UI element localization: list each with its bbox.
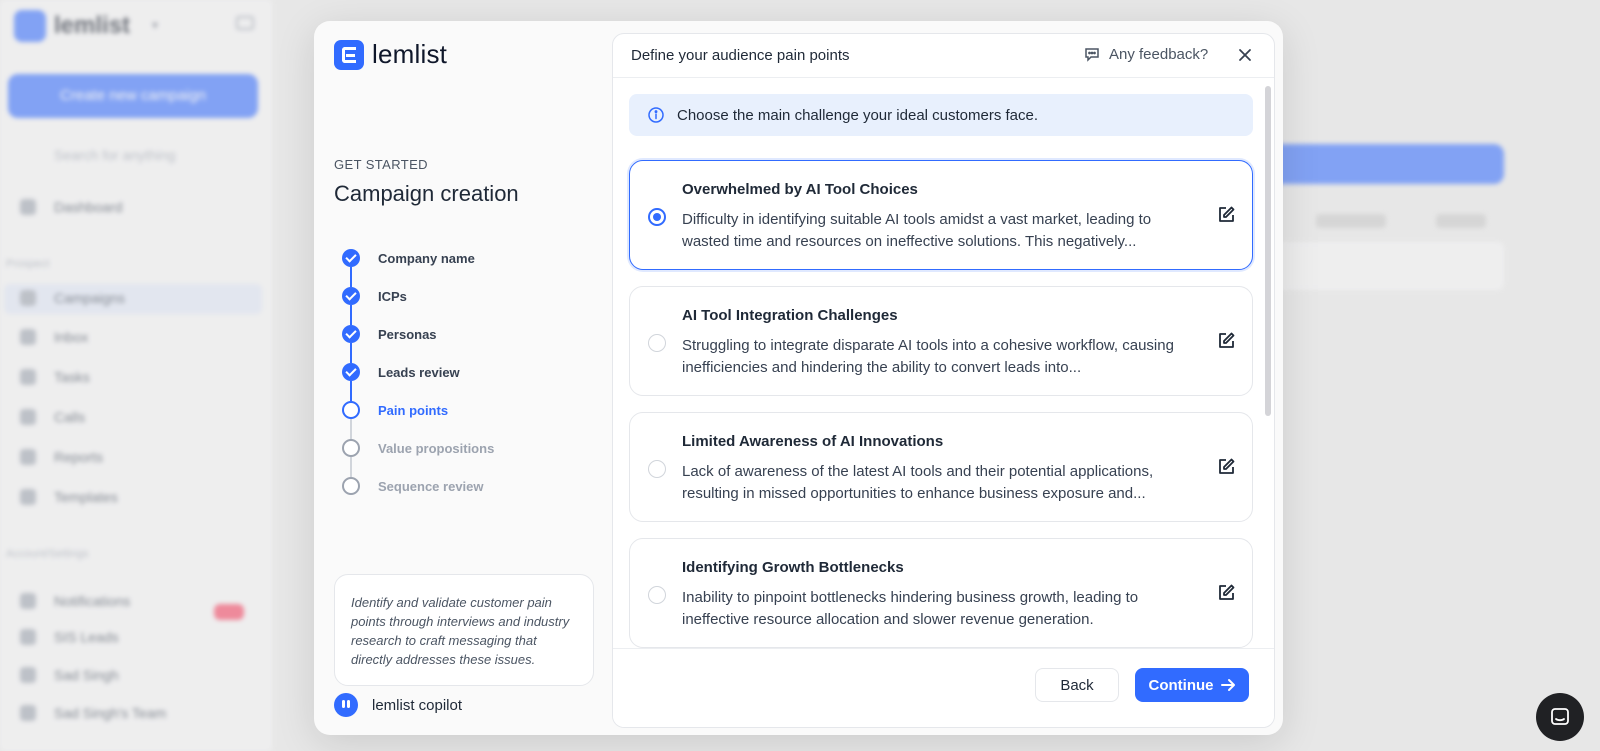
chat-bubble-icon bbox=[1085, 48, 1099, 62]
continue-button[interactable]: Continue bbox=[1135, 668, 1249, 702]
background-sidebar: lemlist ▾ Create new campaign Search for… bbox=[0, 0, 272, 751]
radio-button[interactable] bbox=[648, 334, 666, 352]
background-nav-item: Sad Singh bbox=[20, 664, 260, 686]
pending-step-circle-icon bbox=[342, 439, 360, 457]
campaign-creation-modal: lemlist GET STARTED Campaign creation Co… bbox=[314, 21, 1283, 735]
background-nav-item: Reports bbox=[20, 446, 260, 468]
background-nav-item: Templates bbox=[20, 486, 260, 508]
check-icon bbox=[342, 325, 360, 343]
step-label: ICPs bbox=[378, 288, 407, 304]
background-nav-item: Campaigns bbox=[20, 287, 260, 309]
step-label: Personas bbox=[378, 326, 437, 342]
option-description: Inability to pinpoint bottlenecks hinder… bbox=[682, 589, 1139, 628]
feedback-label: Any feedback? bbox=[1109, 45, 1209, 63]
background-nav-item: Calls bbox=[20, 406, 260, 428]
options-scroll-area[interactable]: Choose the main challenge your ideal cus… bbox=[613, 78, 1274, 648]
step-label: Pain points bbox=[378, 402, 449, 418]
brand-name: lemlist bbox=[372, 39, 448, 69]
get-started-label: GET STARTED bbox=[334, 157, 428, 172]
background-table-row bbox=[1256, 242, 1504, 290]
step-pain-points: Pain points bbox=[342, 391, 494, 439]
edit-icon[interactable] bbox=[1216, 583, 1236, 603]
background-column-header bbox=[1316, 214, 1386, 228]
lemlist-logo-icon bbox=[334, 39, 364, 70]
info-text: Choose the main challenge your ideal cus… bbox=[677, 106, 1039, 124]
feedback-button[interactable]: Any feedback? bbox=[1083, 45, 1208, 63]
background-nav-item: Dashboard bbox=[20, 196, 260, 218]
chevron-down-icon: ▾ bbox=[152, 18, 159, 32]
edit-icon[interactable] bbox=[1216, 457, 1236, 477]
step-list: Company name ICPs Personas Leads review bbox=[342, 239, 494, 505]
pain-point-option[interactable]: Overwhelmed by AI Tool Choices Difficult… bbox=[629, 160, 1253, 270]
edit-icon[interactable] bbox=[1216, 331, 1236, 351]
option-title: AI Tool Integration Challenges bbox=[682, 307, 898, 324]
background-logo-icon bbox=[14, 10, 46, 42]
background-nav-section: Prospect bbox=[6, 258, 50, 270]
option-description: Difficulty in identifying suitable AI to… bbox=[682, 211, 1152, 250]
background-create-button: Create new campaign bbox=[8, 74, 258, 118]
edit-icon[interactable] bbox=[1216, 205, 1236, 225]
radio-button[interactable] bbox=[648, 460, 666, 478]
option-description: Struggling to integrate disparate AI too… bbox=[682, 337, 1174, 376]
back-button[interactable]: Back bbox=[1035, 668, 1119, 702]
copilot-tip: Identify and validate customer pain poin… bbox=[334, 574, 594, 686]
background-nav-item: Tasks bbox=[20, 366, 260, 388]
background-nav-item: Sad Singh's Team bbox=[20, 702, 260, 724]
scrollbar[interactable] bbox=[1265, 86, 1271, 416]
background-nav-item: SIS Leads bbox=[20, 626, 260, 648]
copilot-badge: lemlist copilot bbox=[334, 693, 462, 717]
close-icon bbox=[1239, 49, 1251, 61]
panel-footer: Back Continue bbox=[613, 648, 1274, 727]
pain-points-panel: Define your audience pain points Any fee… bbox=[612, 33, 1275, 728]
background-column-header bbox=[1436, 214, 1486, 228]
check-icon bbox=[342, 287, 360, 305]
info-banner: Choose the main challenge your ideal cus… bbox=[629, 94, 1253, 136]
step-icps: ICPs bbox=[342, 277, 494, 325]
arrow-right-icon bbox=[1220, 679, 1235, 691]
step-label: Leads review bbox=[378, 364, 460, 380]
pending-step-circle-icon bbox=[342, 477, 360, 495]
pain-point-option[interactable]: AI Tool Integration Challenges Strugglin… bbox=[629, 286, 1253, 396]
close-button[interactable] bbox=[1233, 43, 1257, 67]
option-title: Overwhelmed by AI Tool Choices bbox=[682, 181, 918, 198]
radio-button[interactable] bbox=[648, 586, 666, 604]
option-description: Lack of awareness of the latest AI tools… bbox=[682, 463, 1154, 502]
step-value-propositions: Value propositions bbox=[342, 429, 495, 477]
copilot-label: lemlist copilot bbox=[372, 696, 463, 714]
continue-label: Continue bbox=[1148, 676, 1214, 694]
step-personas: Personas bbox=[342, 315, 494, 363]
brand: lemlist bbox=[334, 39, 447, 70]
radio-button[interactable] bbox=[648, 208, 666, 226]
background-nav-item: Inbox bbox=[20, 326, 260, 348]
background-create-campaign-button bbox=[1256, 144, 1504, 184]
step-label: Sequence review bbox=[378, 478, 484, 494]
step-label: Value propositions bbox=[378, 440, 495, 456]
background-brand: lemlist bbox=[54, 12, 131, 39]
check-icon bbox=[342, 249, 360, 267]
step-leads-review: Leads review bbox=[342, 353, 494, 401]
step-label: Company name bbox=[378, 250, 475, 266]
option-title: Limited Awareness of AI Innovations bbox=[682, 433, 944, 450]
background-search: Search for anything bbox=[54, 147, 176, 163]
collapse-sidebar-icon bbox=[236, 16, 254, 30]
panel-title: Define your audience pain points bbox=[631, 47, 850, 64]
background-badge bbox=[214, 604, 244, 620]
modal-left-panel: lemlist GET STARTED Campaign creation Co… bbox=[314, 21, 612, 735]
background-nav-section: Account/Settings bbox=[6, 548, 89, 560]
panel-header: Define your audience pain points Any fee… bbox=[613, 34, 1274, 78]
current-step-circle-icon bbox=[342, 401, 360, 419]
chat-icon bbox=[1551, 708, 1569, 725]
step-sequence-review: Sequence review bbox=[342, 467, 494, 505]
step-company-name: Company name bbox=[342, 239, 494, 287]
info-icon bbox=[648, 107, 664, 123]
check-icon bbox=[342, 363, 360, 381]
option-title: Identifying Growth Bottlenecks bbox=[682, 559, 904, 576]
chat-launcher-button[interactable] bbox=[1536, 693, 1584, 741]
pain-point-option[interactable]: Identifying Growth Bottlenecks Inability… bbox=[629, 538, 1253, 648]
copilot-icon bbox=[334, 693, 358, 717]
pain-point-option[interactable]: Limited Awareness of AI Innovations Lack… bbox=[629, 412, 1253, 522]
page-title: Campaign creation bbox=[334, 181, 519, 206]
